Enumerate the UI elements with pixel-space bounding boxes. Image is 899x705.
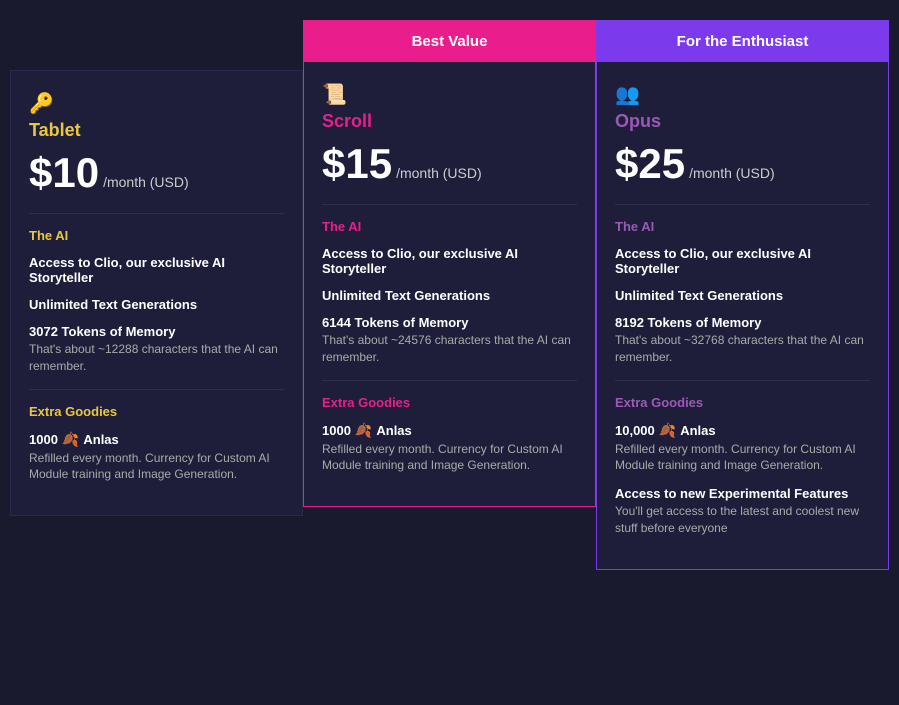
- tablet-plan-name: Tablet: [29, 120, 284, 141]
- opus-price-line: $25 /month (USD): [615, 140, 870, 188]
- scroll-anlas-label: Anlas: [376, 423, 411, 438]
- tablet-goodies-title: Extra Goodies: [29, 404, 284, 419]
- scroll-feature-3-desc: That's about ~24576 characters that the …: [322, 332, 577, 366]
- scroll-anlas-amount: 1000: [322, 423, 351, 438]
- tablet-anlas: 1000 🍂 Anlas Refilled every month. Curre…: [29, 431, 284, 484]
- pricing-container: 🔑 Tablet $10 /month (USD) The AI Access …: [10, 20, 889, 570]
- scroll-banner: Best Value: [304, 21, 595, 62]
- scroll-feature-3: 6144 Tokens of Memory That's about ~2457…: [322, 315, 577, 366]
- opus-experimental-title: Access to new Experimental Features: [615, 486, 870, 501]
- opus-banner: For the Enthusiast: [597, 21, 888, 62]
- scroll-price-suffix: /month (USD): [396, 165, 482, 181]
- tablet-icon: 🔑: [29, 91, 284, 116]
- tablet-price: $10: [29, 149, 99, 197]
- opus-feature-1: Access to Clio, our exclusive AI Storyte…: [615, 246, 870, 276]
- scroll-feature-2-title: Unlimited Text Generations: [322, 288, 577, 303]
- tablet-ai-title: The AI: [29, 228, 284, 243]
- tablet-card: 🔑 Tablet $10 /month (USD) The AI Access …: [10, 70, 303, 516]
- scroll-card: Best Value 📜 Scroll $15 /month (USD) The…: [303, 20, 596, 507]
- tablet-feature-1-title: Access to Clio, our exclusive AI Storyte…: [29, 255, 284, 285]
- opus-anlas-desc: Refilled every month. Currency for Custo…: [615, 441, 870, 475]
- tablet-feature-3-title: 3072 Tokens of Memory: [29, 324, 284, 339]
- scroll-feature-1-title: Access to Clio, our exclusive AI Storyte…: [322, 246, 577, 276]
- tablet-feature-2-title: Unlimited Text Generations: [29, 297, 284, 312]
- tablet-anlas-title: 1000 🍂 Anlas: [29, 431, 284, 448]
- opus-experimental-desc: You'll get access to the latest and cool…: [615, 503, 870, 537]
- tablet-feature-1: Access to Clio, our exclusive AI Storyte…: [29, 255, 284, 285]
- scroll-icon: 📜: [322, 82, 577, 107]
- scroll-feature-1: Access to Clio, our exclusive AI Storyte…: [322, 246, 577, 276]
- scroll-ai-title: The AI: [322, 219, 577, 234]
- opus-anlas-icon: 🍂: [659, 422, 676, 439]
- scroll-price: $15: [322, 140, 392, 188]
- scroll-feature-3-title: 6144 Tokens of Memory: [322, 315, 577, 330]
- opus-price-suffix: /month (USD): [689, 165, 775, 181]
- opus-feature-3-desc: That's about ~32768 characters that the …: [615, 332, 870, 366]
- scroll-goodies-title: Extra Goodies: [322, 395, 577, 410]
- opus-anlas-amount: 10,000: [615, 423, 655, 438]
- opus-feature-2-title: Unlimited Text Generations: [615, 288, 870, 303]
- opus-feature-1-title: Access to Clio, our exclusive AI Storyte…: [615, 246, 870, 276]
- tablet-feature-2: Unlimited Text Generations: [29, 297, 284, 312]
- tablet-anlas-label: Anlas: [83, 432, 118, 447]
- opus-feature-3: 8192 Tokens of Memory That's about ~3276…: [615, 315, 870, 366]
- opus-feature-2: Unlimited Text Generations: [615, 288, 870, 303]
- scroll-card-body: 📜 Scroll $15 /month (USD) The AI Access …: [304, 62, 595, 506]
- opus-icon: 👥: [615, 82, 870, 107]
- opus-anlas: 10,000 🍂 Anlas Refilled every month. Cur…: [615, 422, 870, 475]
- opus-experimental: Access to new Experimental Features You'…: [615, 486, 870, 537]
- scroll-price-line: $15 /month (USD): [322, 140, 577, 188]
- scroll-feature-2: Unlimited Text Generations: [322, 288, 577, 303]
- tablet-feature-3-desc: That's about ~12288 characters that the …: [29, 341, 284, 375]
- opus-anlas-label: Anlas: [680, 423, 715, 438]
- tablet-price-suffix: /month (USD): [103, 174, 189, 190]
- opus-price: $25: [615, 140, 685, 188]
- opus-card: For the Enthusiast 👥 Opus $25 /month (US…: [596, 20, 889, 570]
- opus-plan-name: Opus: [615, 111, 870, 132]
- tablet-card-body: 🔑 Tablet $10 /month (USD) The AI Access …: [11, 71, 302, 515]
- scroll-anlas-desc: Refilled every month. Currency for Custo…: [322, 441, 577, 475]
- opus-anlas-title: 10,000 🍂 Anlas: [615, 422, 870, 439]
- tablet-feature-3: 3072 Tokens of Memory That's about ~1228…: [29, 324, 284, 375]
- opus-card-body: 👥 Opus $25 /month (USD) The AI Access to…: [597, 62, 888, 569]
- opus-goodies-title: Extra Goodies: [615, 395, 870, 410]
- tablet-anlas-desc: Refilled every month. Currency for Custo…: [29, 450, 284, 484]
- scroll-anlas: 1000 🍂 Anlas Refilled every month. Curre…: [322, 422, 577, 475]
- tablet-price-line: $10 /month (USD): [29, 149, 284, 197]
- tablet-anlas-amount: 1000: [29, 432, 58, 447]
- scroll-plan-name: Scroll: [322, 111, 577, 132]
- opus-ai-title: The AI: [615, 219, 870, 234]
- scroll-anlas-title: 1000 🍂 Anlas: [322, 422, 577, 439]
- scroll-anlas-icon: 🍂: [355, 422, 372, 439]
- tablet-anlas-icon: 🍂: [62, 431, 79, 448]
- opus-feature-3-title: 8192 Tokens of Memory: [615, 315, 870, 330]
